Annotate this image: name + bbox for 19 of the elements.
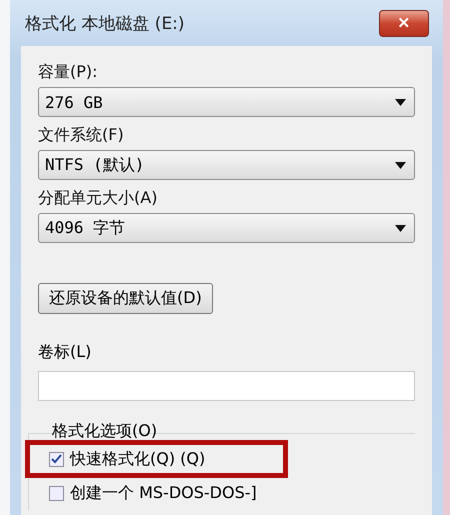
dropdown-arrow-icon: [395, 98, 406, 106]
window-title: 格式化 本地磁盘 (E:): [25, 12, 185, 34]
restore-defaults-button[interactable]: 还原设备的默认值(D): [38, 283, 213, 314]
checkbox[interactable]: [49, 452, 64, 466]
checkbox-label: 快速格式化(Q) (Q): [70, 448, 206, 470]
field-label: 分配单元大小(A): [38, 188, 158, 209]
dropdown[interactable]: NTFS (默认): [38, 150, 415, 180]
dropdown[interactable]: 4096 字节: [38, 213, 415, 243]
close-button[interactable]: ✕: [379, 10, 429, 36]
group-label: 格式化选项(O): [52, 421, 158, 442]
dropdown-arrow-icon: [395, 162, 406, 168]
dropdown[interactable]: 276 GB: [38, 87, 415, 117]
volume-label-field[interactable]: [38, 371, 415, 401]
field-label: 文件系统(F): [38, 125, 124, 146]
checkbox[interactable]: [49, 486, 64, 500]
checkbox-label: 创建一个 MS-DOS-DOS-]: [70, 482, 257, 504]
field-label: 卷标(L): [38, 342, 92, 363]
field-label: 容量(P):: [38, 62, 98, 83]
dropdown-arrow-icon: [395, 224, 406, 232]
